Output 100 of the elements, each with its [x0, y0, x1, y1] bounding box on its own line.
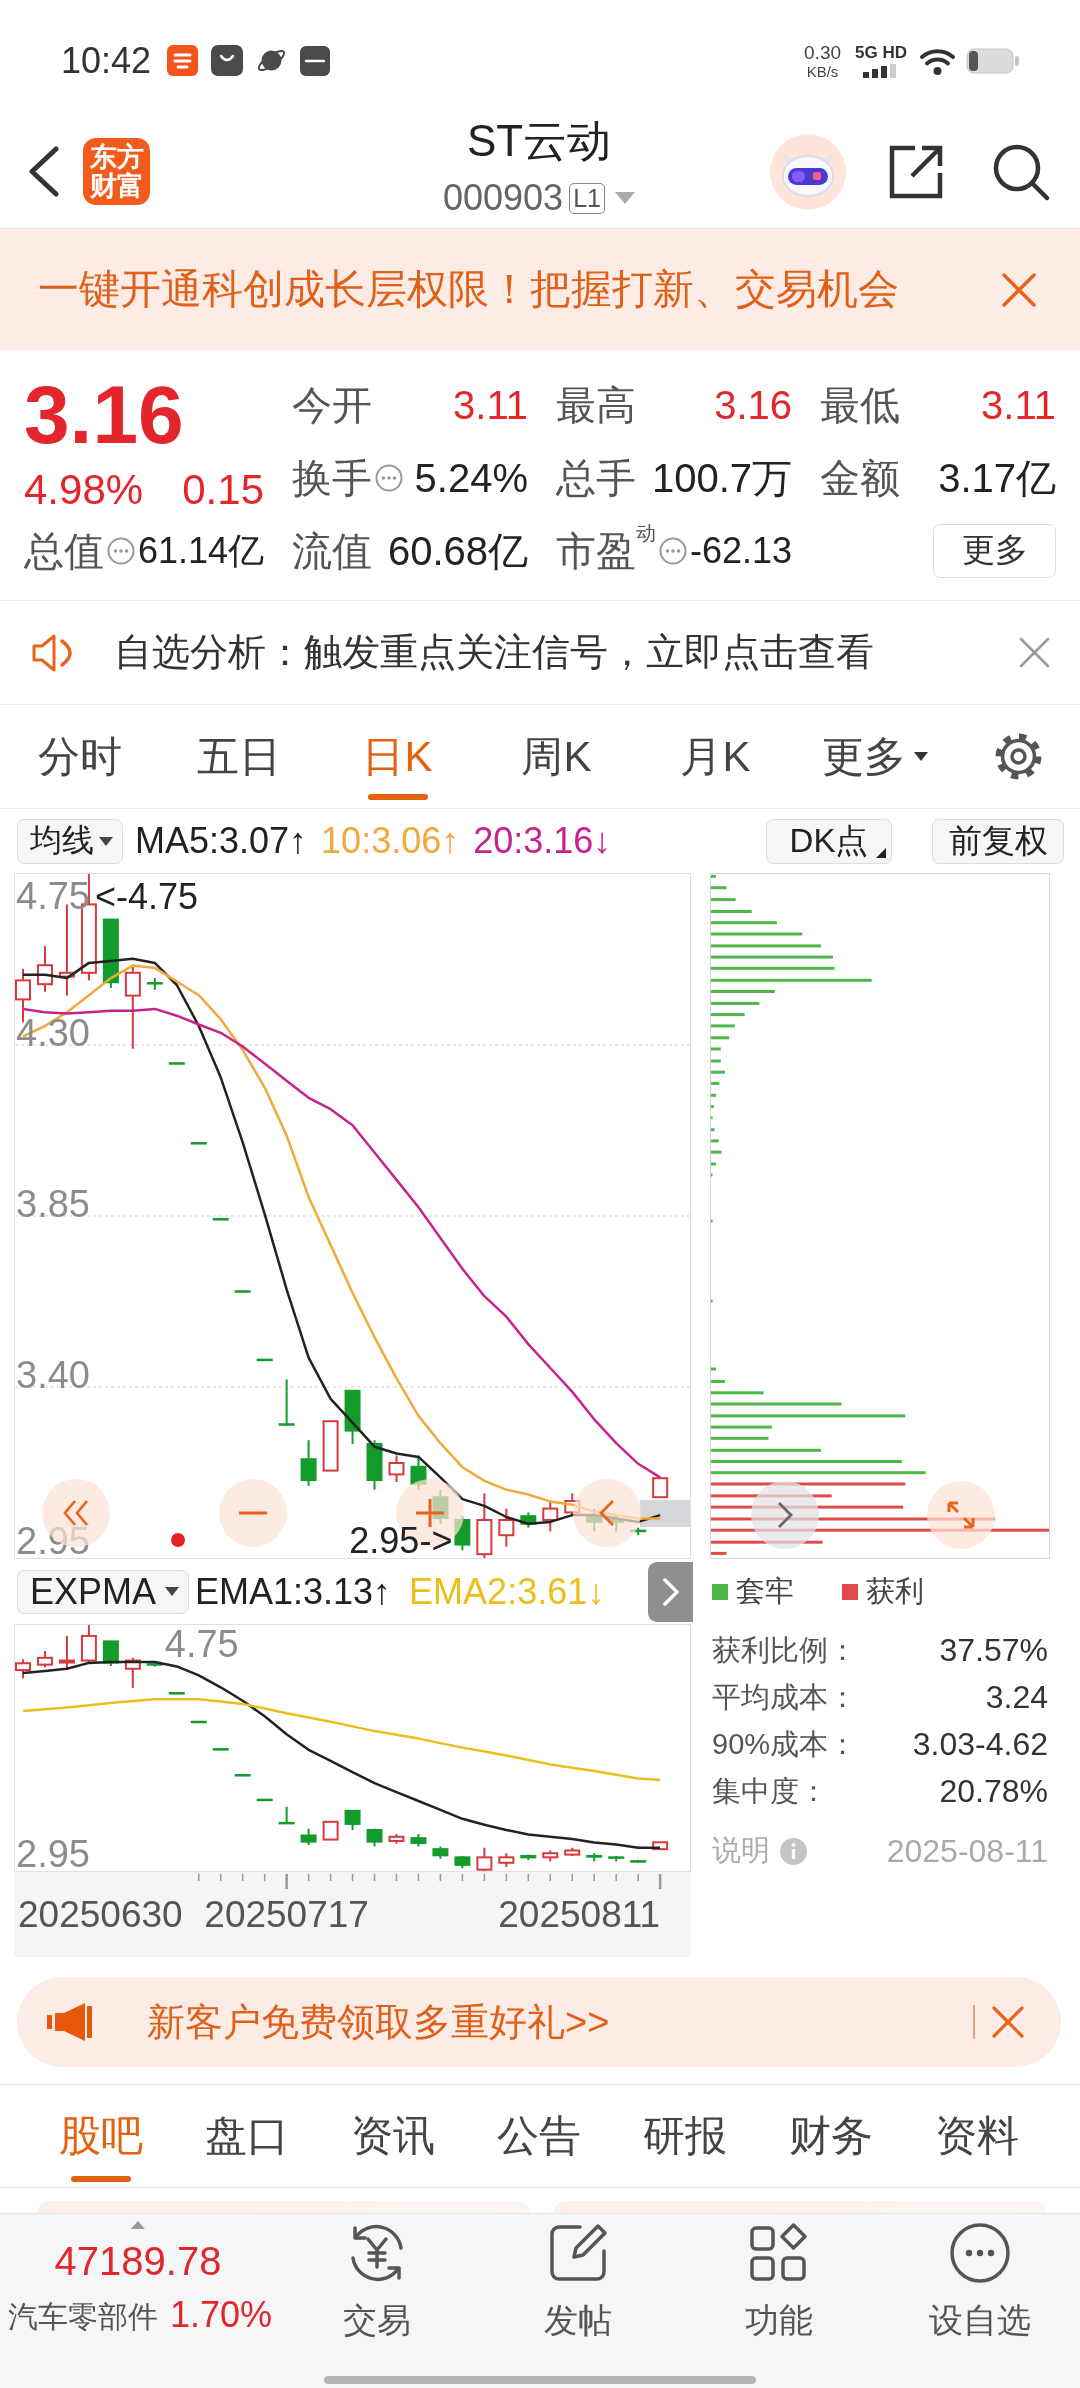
candlestick [542, 1500, 559, 1533]
stat-label: 90%成本： [712, 1726, 858, 1762]
chip-bar [711, 1128, 715, 1132]
candlestick [256, 1358, 273, 1362]
dk-point-button[interactable]: DK点 [766, 818, 892, 864]
candlestick [454, 1854, 471, 1870]
field-label: 总手 [556, 455, 636, 500]
candlestick [256, 1798, 273, 1802]
field-label: 流值 [292, 528, 372, 573]
field-label: 最高 [556, 382, 636, 427]
chip-bar [711, 990, 775, 993]
minus-icon [239, 1511, 267, 1515]
period-tab[interactable]: 周K [477, 705, 636, 808]
chip-bar [711, 1105, 714, 1108]
section-tab[interactable]: 公告 [466, 2085, 612, 2187]
section-tab[interactable]: 资讯 [320, 2085, 466, 2187]
ellipsis-circle-icon[interactable] [375, 463, 403, 492]
stat-label: 集中度： [712, 1773, 829, 1809]
section-tab[interactable]: 研报 [612, 2085, 758, 2187]
candlestick [630, 1859, 647, 1864]
section-tab[interactable]: 资料 [904, 2085, 1050, 2187]
date-label: 20250630 [18, 1895, 183, 1935]
section-tab[interactable]: 财务 [758, 2085, 904, 2187]
side-tab-button[interactable] [648, 1562, 693, 1622]
candlestick [366, 1439, 383, 1491]
stock-code: 000903 [443, 180, 564, 216]
field-value: 3.11 [453, 382, 528, 427]
chip-bar [711, 1367, 716, 1371]
candlestick [300, 1827, 317, 1847]
search-icon[interactable] [992, 142, 1050, 201]
adjust-button[interactable]: 前复权 [932, 818, 1064, 864]
axis-label: 2.95 [16, 1526, 90, 1556]
ema-value: EMA1:3.13↑ [195, 1571, 392, 1612]
candlestick [36, 1649, 53, 1669]
ma-value: 10:3.06↑ [321, 821, 460, 861]
caret-icon [99, 836, 113, 846]
field-label: 金额 [820, 455, 900, 500]
candlestick [168, 1062, 185, 1065]
ellipsis-circle-icon[interactable] [107, 536, 135, 565]
settings-icon[interactable] [994, 732, 1043, 781]
candlestick [498, 1507, 515, 1548]
period-tab[interactable]: 五日 [159, 705, 318, 808]
ma-value: 20:3.16↓ [473, 821, 612, 861]
more-periods-dropdown[interactable]: 更多 [795, 705, 954, 808]
network-speed-unit: KB/s [806, 63, 839, 79]
candlestick [15, 1658, 31, 1680]
field-value: 3.11 [981, 382, 1056, 427]
bag-icon [211, 45, 244, 76]
ellipsis-circle-icon[interactable] [659, 536, 687, 565]
legend-label: 套牢 [736, 1573, 794, 1609]
period-tab[interactable]: 分时 [0, 705, 159, 808]
stat-value: 37.57% [938, 1632, 1048, 1669]
index-value[interactable]: 47189.78 [54, 2239, 222, 2283]
chip-bar [711, 1391, 764, 1395]
stat-value: 20.78% [938, 1773, 1048, 1810]
close-icon[interactable] [992, 2006, 1024, 2038]
info-icon[interactable] [780, 1837, 807, 1865]
caret-icon[interactable] [614, 192, 635, 204]
section-tab[interactable]: 盘口 [174, 2085, 320, 2187]
candlestick [652, 1841, 669, 1851]
level-badge: L1 [569, 182, 605, 214]
close-icon[interactable] [1019, 637, 1050, 668]
chevron-left-icon [599, 1499, 615, 1527]
period-tab[interactable]: 月K [636, 705, 795, 808]
functions-button[interactable]: 功能 [678, 2214, 879, 2349]
plus-icon [416, 1499, 444, 1527]
network-type: 5G HD [855, 43, 907, 61]
candlestick [234, 1290, 251, 1293]
robot-avatar-icon[interactable] [770, 133, 846, 210]
candlestick [212, 1748, 229, 1751]
field-label: 今开 [292, 382, 372, 427]
add-watchlist-button[interactable]: 设自选 [879, 2214, 1080, 2349]
notice-text[interactable]: 自选分析：触发重点关注信号，立即点击查看 [114, 627, 1019, 678]
ma-value: MA5:3.07↑ [135, 821, 308, 861]
chip-bar [711, 1013, 745, 1017]
high-price-label: <-4.75 [94, 882, 198, 912]
more-button[interactable]: 更多 [933, 523, 1056, 578]
field-value: 3.16 [714, 382, 792, 427]
stat-label: 获利比例： [712, 1632, 858, 1668]
network-speed: 0.30 [804, 42, 842, 62]
field-label: 最低 [820, 382, 900, 427]
indicator-dropdown[interactable]: 均线 [17, 818, 123, 864]
candlestick [58, 1634, 75, 1670]
trade-button[interactable]: 交易 [276, 2214, 477, 2349]
indicator-dropdown[interactable]: EXPMA [17, 1569, 189, 1614]
field-value: 3.17亿 [938, 455, 1056, 500]
stat-value: 3.03-4.62 [912, 1726, 1048, 1763]
sector-change: 1.70% [170, 2295, 273, 2335]
post-button[interactable]: 发帖 [477, 2214, 678, 2349]
candlestick [234, 1774, 251, 1777]
axis-label: 4.30 [16, 1018, 90, 1048]
back-icon[interactable] [28, 146, 59, 197]
candlestick [102, 918, 119, 989]
current-price: 3.16 [24, 372, 185, 458]
caret-up-icon [131, 2221, 145, 2229]
apps-icon [747, 2222, 810, 2284]
close-icon[interactable] [1002, 272, 1036, 307]
candlestick [300, 1439, 317, 1487]
candlestick [212, 1218, 229, 1221]
chip-bar [711, 1093, 716, 1097]
